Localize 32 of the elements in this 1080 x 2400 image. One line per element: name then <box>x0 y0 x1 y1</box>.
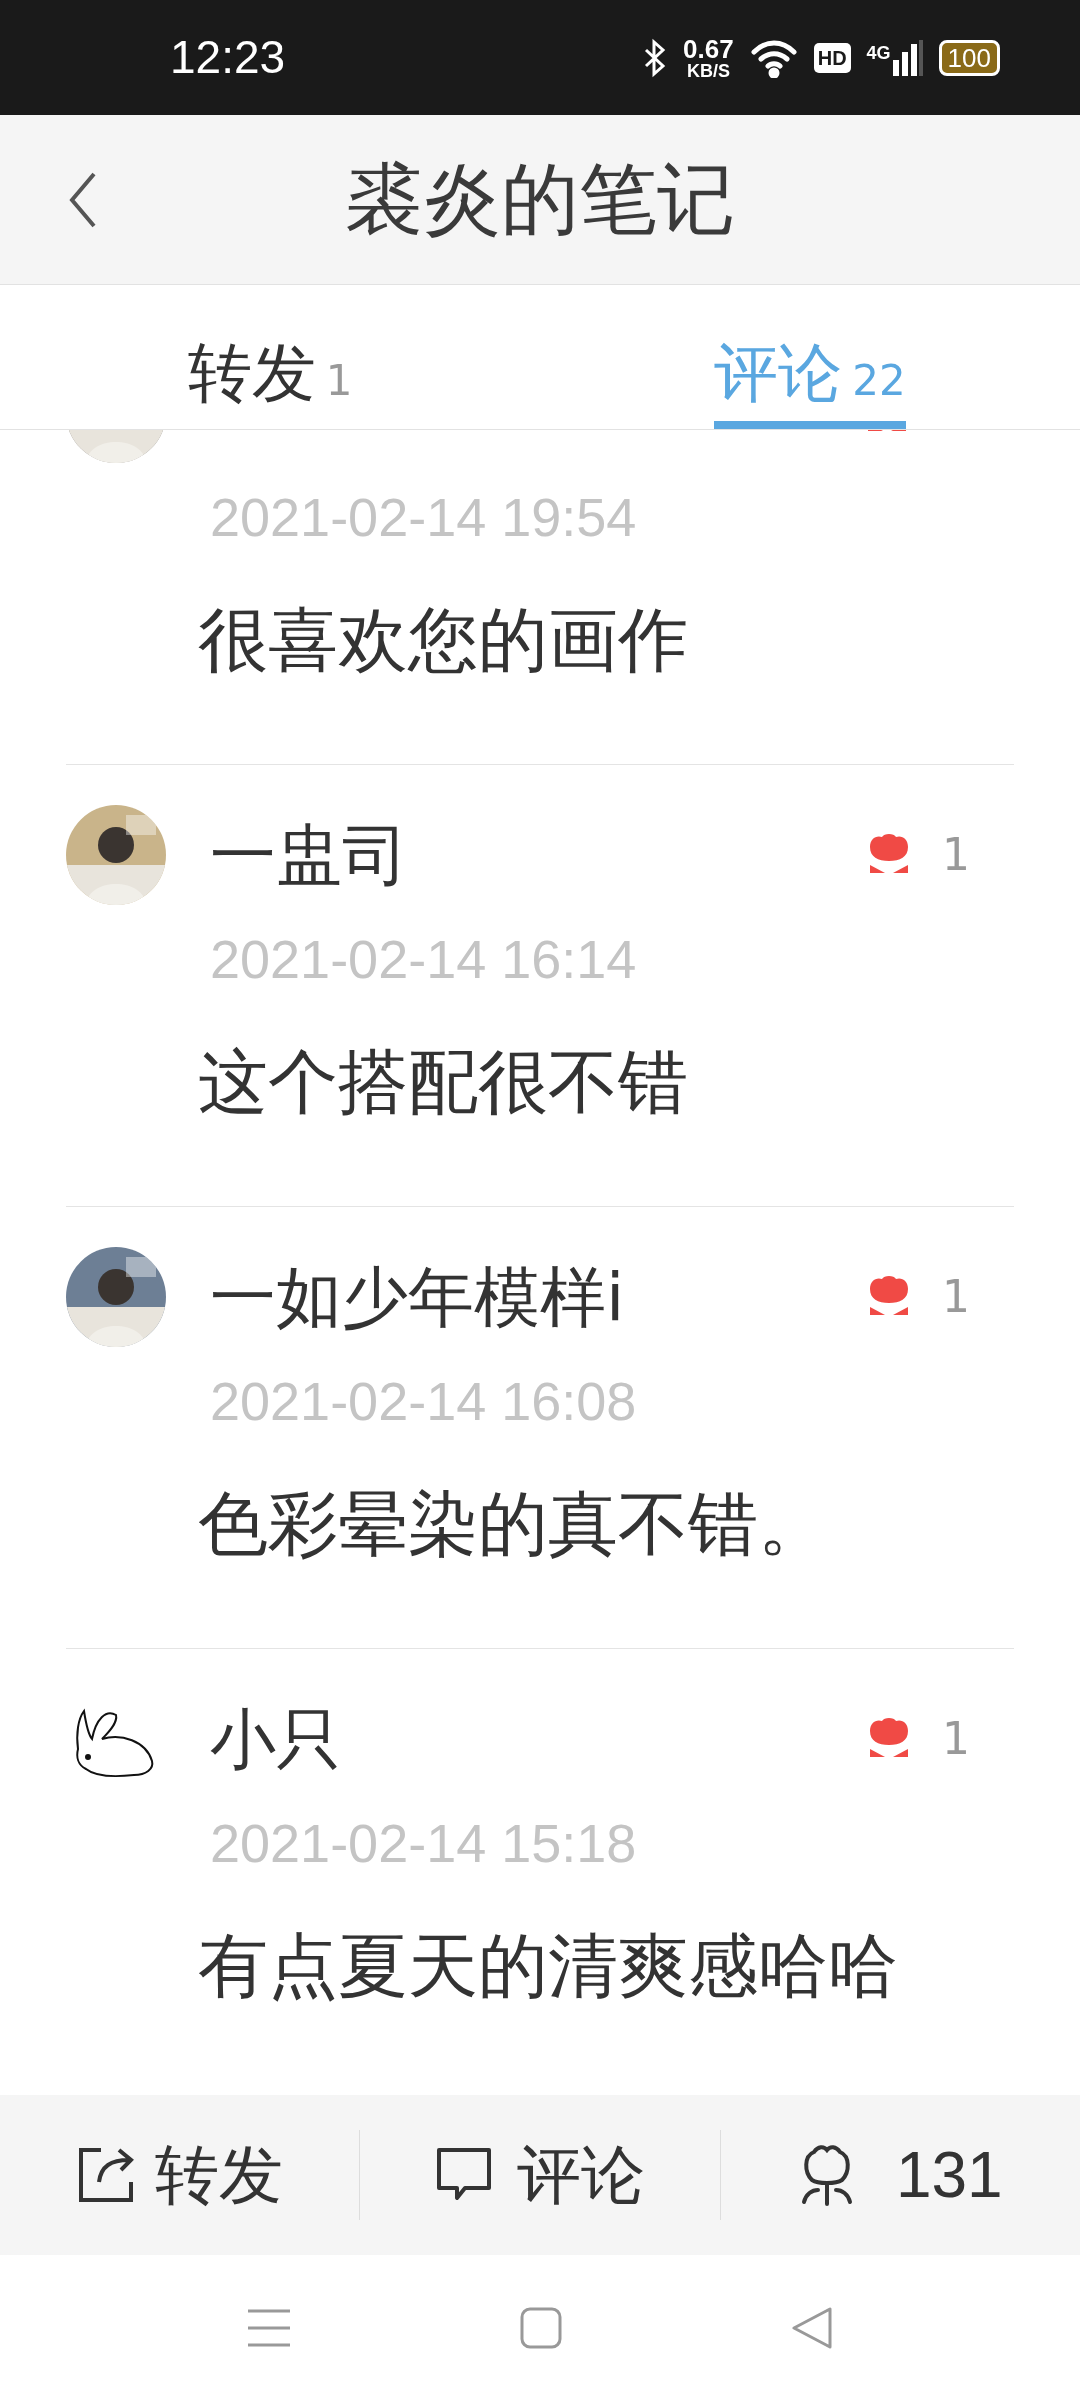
comment-time: 2021-02-14 16:08 <box>210 1370 638 1433</box>
back-nav-icon[interactable] <box>792 2306 832 2349</box>
hd-badge: HD <box>813 42 851 73</box>
like-count: 1 <box>942 1712 970 1766</box>
comment-text: 有点夏天的清爽感哈哈 <box>198 1924 899 2009</box>
status-time: 12:23 <box>170 30 286 85</box>
signal-icon <box>892 39 923 76</box>
network-speed: 0.67 <box>683 35 734 62</box>
battery-level: 100 <box>938 39 1000 76</box>
speed-unit: KB/S <box>686 61 730 80</box>
tab[interactable]: 转发 1 <box>0 285 540 429</box>
home-icon[interactable] <box>520 2306 562 2349</box>
comment-time: 2021-02-14 16:14 <box>210 928 638 991</box>
comment-text: 色彩晕染的真不错。 <box>198 1482 829 1567</box>
repost-button[interactable]: 转发 <box>0 2127 360 2223</box>
comment-time: 2021-02-14 15:18 <box>210 1812 638 1875</box>
bluetooth-icon <box>643 37 668 78</box>
like-button[interactable]: 131 <box>720 2127 1080 2223</box>
page-title: 裘炎的笔记 <box>345 153 735 246</box>
comment-time: 2021-02-14 19:54 <box>210 486 638 549</box>
user-name[interactable]: 一如少年模样i <box>210 1247 625 1347</box>
comment-button[interactable]: 评论 <box>360 2127 720 2223</box>
network-type: 4G <box>866 41 891 65</box>
comment-text: 这个搭配很不错 <box>198 1040 689 1125</box>
user-name[interactable]: 小只 <box>210 1689 342 1789</box>
share-icon <box>76 2146 135 2204</box>
menu-icon[interactable] <box>248 2307 290 2348</box>
like-count: 1 <box>942 1270 970 1324</box>
like-count: 1 <box>942 828 970 882</box>
comment-text: 很喜欢您的画作 <box>198 598 689 683</box>
user-name[interactable]: 一盅司 <box>210 805 408 905</box>
back-icon[interactable] <box>68 171 98 228</box>
